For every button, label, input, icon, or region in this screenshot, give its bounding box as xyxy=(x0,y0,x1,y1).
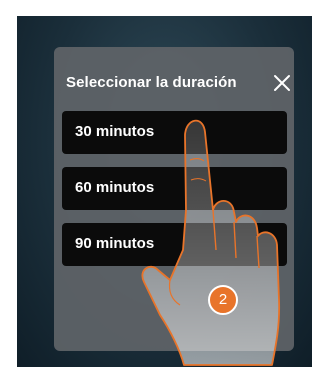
step-number-badge: 2 xyxy=(208,285,238,315)
option-60-minutes[interactable]: 60 minutos xyxy=(62,167,287,210)
dialog-title: Seleccionar la duración xyxy=(66,74,237,91)
close-icon[interactable] xyxy=(273,74,291,92)
option-label: 90 minutos xyxy=(75,235,155,252)
option-90-minutes[interactable]: 90 minutos xyxy=(62,223,287,266)
option-label: 30 minutos xyxy=(75,123,155,140)
option-label: 60 minutos xyxy=(75,179,155,196)
device-screen: Seleccionar la duración 30 minutos 60 mi… xyxy=(17,16,312,367)
duration-dialog: Seleccionar la duración 30 minutos 60 mi… xyxy=(54,47,294,351)
option-30-minutes[interactable]: 30 minutos xyxy=(62,111,287,154)
